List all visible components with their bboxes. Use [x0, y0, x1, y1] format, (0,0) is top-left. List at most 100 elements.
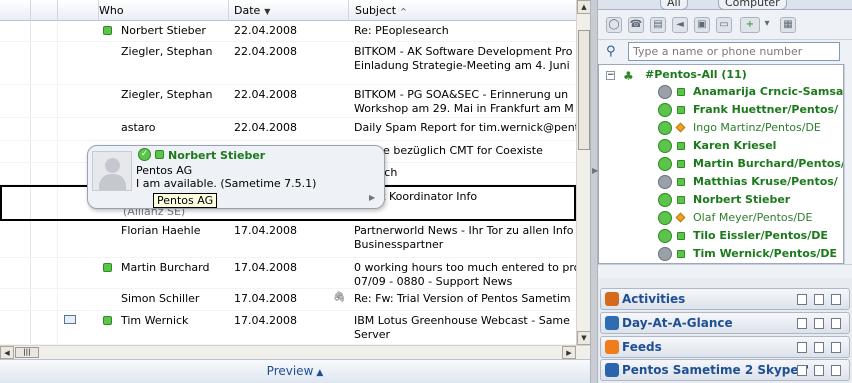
section-title: Day-At-A-Glance — [622, 316, 733, 330]
subject-line: Daily Spam Report for tim.wernick@pent — [354, 121, 576, 134]
mail-row[interactable]: Florian Haehle 17.04.2008 Partnerworld New… — [0, 221, 576, 258]
sidebar-section[interactable]: Day-At-A-Glance — [600, 312, 850, 334]
vertical-scroll-thumb[interactable] — [578, 30, 590, 150]
mail-row[interactable]: astaro 22.04.2008 Daily Spam Report for ti… — [0, 118, 576, 141]
mail-subject: BITKOM - PG SOA&SEC - Erinnerung un Works… — [354, 88, 576, 115]
presence-marker-icon — [675, 212, 686, 223]
online-status-icon — [103, 316, 112, 325]
meeting-icon[interactable]: ▣ — [694, 17, 710, 33]
mail-subject: Re: PEoplesearch — [354, 24, 576, 38]
announce-icon[interactable]: ◄ — [672, 17, 688, 33]
section-menu-icon[interactable] — [831, 318, 841, 329]
tooltip: Pentos AG — [153, 193, 218, 208]
header-subject[interactable]: Subject ^ — [349, 0, 576, 21]
phone-status-icon — [658, 211, 672, 225]
section-icon — [605, 363, 619, 377]
section-menu-icon[interactable] — [831, 342, 841, 353]
section-doc-icon[interactable] — [797, 342, 807, 353]
card-name[interactable]: Norbert Stieber — [168, 149, 265, 162]
mail-row[interactable]: Norbert Stieber 22.04.2008 Re: PEoplesearc… — [0, 21, 576, 42]
add-contact-icon[interactable]: + — [740, 17, 760, 33]
subject-line: Workshop am 29. Mai in Frankfurt am M — [354, 101, 574, 115]
offline-icon — [658, 85, 672, 99]
mail-subject: Re: Fw: Trial Version of Pentos Sametim — [354, 292, 576, 306]
section-restore-icon[interactable] — [814, 318, 824, 329]
section-restore-icon[interactable] — [814, 294, 824, 305]
contact-item[interactable]: Martin Burchard/Pentos/ — [599, 155, 843, 173]
section-doc-icon[interactable] — [797, 365, 807, 376]
scroll-down-icon[interactable]: ▼ — [577, 331, 590, 345]
dropdown-arrow-icon[interactable]: ▾ — [762, 17, 772, 33]
header-who[interactable]: Who — [93, 0, 229, 21]
mail-date: 17.04.2008 — [234, 224, 297, 237]
section-restore-icon[interactable] — [814, 365, 824, 376]
phone-status-icon — [658, 121, 672, 135]
collapse-group-icon[interactable]: − — [606, 71, 615, 80]
scroll-right-icon[interactable]: ▶ — [562, 346, 576, 359]
available-icon — [658, 157, 672, 171]
search-icon: ⚲ — [606, 44, 616, 59]
contacts-horizontal-scrollbar[interactable] — [598, 264, 852, 278]
contact-item[interactable]: Anamarija Crncic-Samsa — [599, 83, 843, 101]
mail-date: 22.04.2008 — [234, 45, 297, 58]
section-doc-icon[interactable] — [797, 294, 807, 305]
vertical-scrollbar[interactable]: ▲ ▼ — [576, 0, 590, 345]
contact-item[interactable]: Frank Huettner/Pentos/ — [599, 101, 843, 119]
scroll-left-icon[interactable]: ◀ — [0, 346, 14, 359]
preview-label: Preview — [266, 364, 314, 378]
phone-icon[interactable]: ☎ — [628, 17, 644, 33]
mail-row[interactable]: Ziegler, Stephan 22.04.2008 BITKOM - AK So… — [0, 42, 576, 85]
section-restore-icon[interactable] — [814, 342, 824, 353]
subject-line: Partnerworld News - Ihr Tor zu allen Inf… — [354, 224, 574, 237]
contact-item[interactable]: Matthias Kruse/Pentos/ — [599, 173, 843, 191]
contact-item[interactable]: Tilo Eissler/Pentos/DE — [599, 227, 843, 245]
tab-all[interactable]: All — [660, 0, 688, 10]
subject-line: BITKOM - PG SOA&SEC - Erinnerung un — [354, 88, 569, 101]
mail-row[interactable]: Martin Burchard 17.04.2008 0 working hours… — [0, 258, 576, 289]
scroll-up-icon[interactable]: ▲ — [577, 0, 590, 14]
card-company: Pentos AG — [136, 164, 193, 177]
contact-item[interactable]: Norbert Stieber — [599, 191, 843, 209]
contact-item[interactable]: Ingo Martinz/Pentos/DE — [599, 119, 843, 137]
sidebar-section[interactable]: Activities — [600, 288, 850, 310]
mail-row[interactable]: Tim Wernick 17.04.2008 IBM Lotus Greenhous… — [0, 311, 576, 345]
offline-icon — [658, 247, 672, 261]
expand-card-icon[interactable]: ▶ — [369, 193, 375, 202]
mail-who: Ziegler, Stephan — [121, 88, 213, 101]
horizontal-scroll-thumb[interactable]: ||| — [15, 347, 39, 358]
group-chat-icon[interactable]: ▤ — [650, 17, 666, 33]
header-date[interactable]: Date ▼ — [228, 0, 349, 21]
contact-search-input[interactable] — [628, 42, 840, 61]
mail-subject: nport Koordinator Info — [356, 190, 576, 204]
sidebar-section[interactable]: Feeds — [600, 336, 850, 358]
person-photo-icon — [92, 151, 132, 191]
online-status-icon — [103, 263, 112, 272]
pane-splitter[interactable]: ▶ — [590, 0, 598, 383]
tab-computer[interactable]: Computer — [718, 0, 787, 10]
available-icon — [658, 139, 672, 153]
mail-date: 22.04.2008 — [234, 24, 297, 37]
subject-line: Server — [354, 327, 391, 341]
mail-who: astaro — [121, 121, 156, 134]
horizontal-scrollbar[interactable]: ◀ ||| ▶ — [0, 345, 590, 359]
preview-toggle[interactable]: Preview ▲ — [0, 359, 590, 383]
contact-card-icon[interactable]: ▭ — [716, 17, 732, 33]
mail-row[interactable]: 🖇 Simon Schiller 17.04.2008 Re: Fw: Trial V… — [0, 289, 576, 311]
column-header: Who Date ▼ Subject ^ — [0, 0, 576, 21]
contact-item[interactable]: Olaf Meyer/Pentos/DE — [599, 209, 843, 227]
sidebar-section[interactable]: Pentos Sametime 2 Skype™ — [600, 359, 850, 381]
mail-row[interactable]: Ziegler, Stephan 22.04.2008 BITKOM - PG SO… — [0, 85, 576, 118]
chat-icon[interactable]: ◯ — [606, 17, 622, 33]
online-status-icon — [155, 150, 164, 159]
contact-item[interactable]: Karen Kriesel — [599, 137, 843, 155]
mail-who: Florian Haehle — [121, 224, 201, 237]
subject-line: Re: PEoplesearch — [354, 24, 449, 37]
contact-item[interactable]: Tim Wernick/Pentos/DE — [599, 245, 843, 263]
section-menu-icon[interactable] — [831, 294, 841, 305]
mail-date: 17.04.2008 — [234, 261, 297, 274]
section-doc-icon[interactable] — [797, 318, 807, 329]
window-icon[interactable]: ▦ — [780, 17, 796, 33]
section-menu-icon[interactable] — [831, 365, 841, 376]
contacts-vertical-scrollbar[interactable] — [844, 64, 852, 264]
mail-subject: Partnerworld News - Ihr Tor zu allen Inf… — [354, 224, 576, 251]
